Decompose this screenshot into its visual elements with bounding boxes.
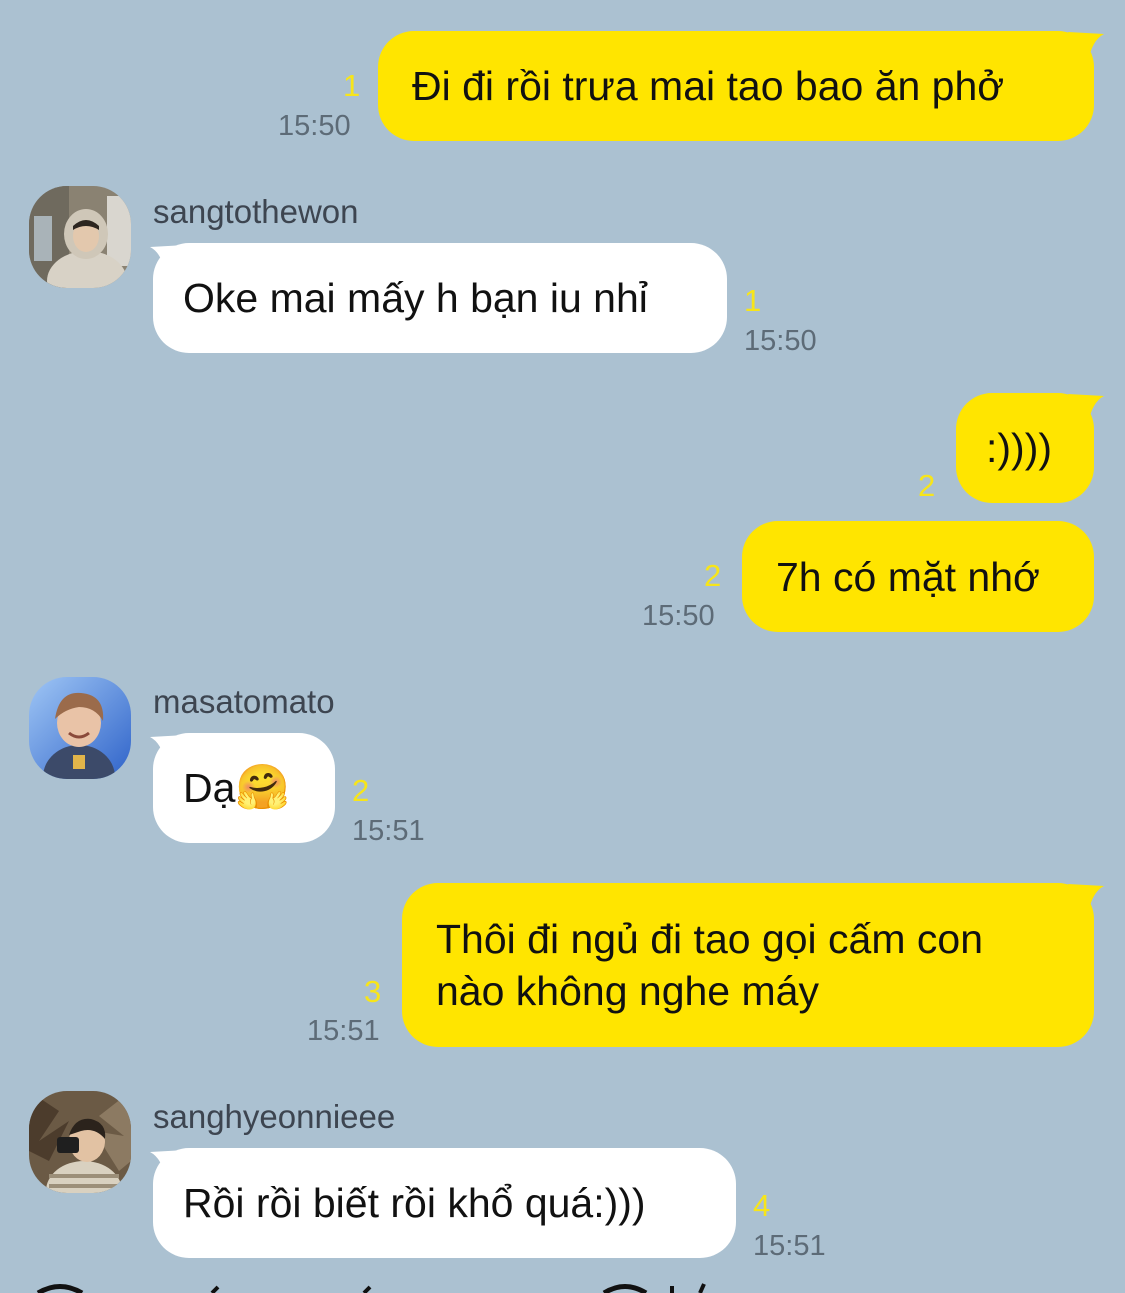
message-time: 15:51 [307,1015,380,1047]
message-time: 15:50 [642,600,715,632]
unread-count: 2 [352,773,370,808]
hugging-face-emoji-icon: 🤗 [235,762,291,813]
sender-name: masatomato [153,683,335,720]
bubble-tail [1068,884,1104,914]
unread-count: 2 [704,558,722,593]
message-bubble[interactable]: Đi đi rồi trưa mai tao bao ăn phở [378,31,1094,141]
bubble-tail [1068,32,1104,62]
message-text-line-1: Thôi đi ngủ đi tao gọi cấm con [436,916,983,962]
message-bubble[interactable]: Dạ 🤗 [153,733,335,843]
unread-count: 1 [744,283,762,318]
message-bubble[interactable]: Rồi rồi biết rồi khổ quá:))) [153,1148,736,1258]
message-text-line-2: nào không nghe máy [436,968,819,1014]
message-time: 15:51 [753,1230,826,1262]
message-text: Đi đi rồi trưa mai tao bao ăn phở [412,63,1005,109]
avatar[interactable] [29,186,131,288]
message-bubble[interactable]: Oke mai mấy h bạn iu nhỉ [153,243,727,353]
avatar[interactable] [29,1091,131,1193]
message-bubble[interactable]: Thôi đi ngủ đi tao gọi cấm con nào không… [402,883,1094,1047]
message-bubble[interactable]: 7h có mặt nhớ [742,521,1094,632]
message-time: 15:51 [352,815,425,847]
avatar[interactable] [29,677,131,779]
message-time: 15:50 [278,110,351,142]
message-text: Rồi rồi biết rồi khổ quá:))) [183,1180,646,1226]
unread-count: 1 [343,68,361,103]
cropped-next-message [36,1283,706,1293]
unread-count: 3 [364,974,382,1009]
message-text: :)))) [986,425,1053,471]
unread-count: 4 [753,1188,771,1223]
profile-photo-hooded-person-icon [29,186,131,288]
sender-name: sangtothewon [153,193,359,230]
message-time: 15:50 [744,325,817,357]
profile-photo-person-with-camera-icon [29,1091,131,1193]
message-text: 7h có mặt nhớ [776,553,1040,600]
message-text: Oke mai mấy h bạn iu nhỉ [183,275,648,321]
sender-name: sanghyeonnieee [153,1098,396,1135]
profile-photo-smiling-person-icon [29,677,131,779]
bubble-tail [1068,394,1104,424]
unread-count: 2 [918,468,936,503]
message-text: Dạ [183,765,236,811]
